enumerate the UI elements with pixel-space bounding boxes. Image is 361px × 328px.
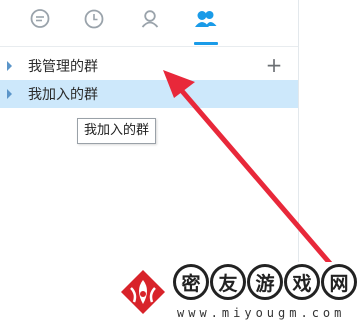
watermark-char: 戏 [284,264,320,300]
watermark-char: 友 [210,264,246,300]
watermark-logo-icon [117,268,169,320]
watermark: 密 友 游 戏 网 www.miyougm.com [109,262,361,328]
watermark-char: 游 [247,264,283,300]
watermark-url: www.miyougm.com [177,306,346,320]
watermark-char: 密 [173,264,209,300]
watermark-char: 网 [321,264,357,300]
watermark-title: 密 友 游 戏 网 [173,264,357,300]
